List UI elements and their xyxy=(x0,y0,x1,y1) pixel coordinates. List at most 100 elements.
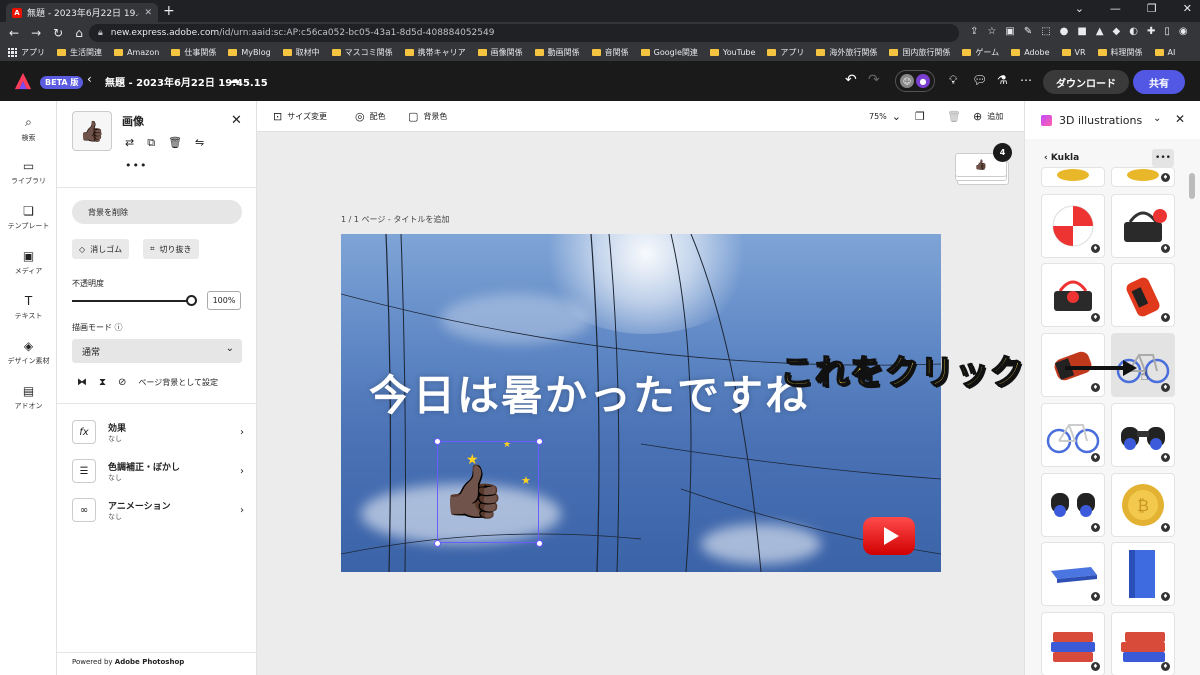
share-button[interactable]: 共有 xyxy=(1133,70,1185,94)
lightbulb-icon[interactable]: 💡︎ xyxy=(949,73,957,88)
puzzle-icon[interactable]: ✚ xyxy=(1147,26,1155,37)
blend-mode-select[interactable]: 通常 ⌄ xyxy=(72,339,242,363)
duplicate-icon[interactable]: ⧉ xyxy=(147,136,155,150)
remove-background-button[interactable]: 背景を削除 xyxy=(72,200,242,224)
bookmark-folder[interactable]: Amazon xyxy=(114,48,159,57)
zoom-select[interactable]: 75% ⌄ xyxy=(869,110,901,123)
bookmark-apps[interactable]: アプリ xyxy=(8,47,45,58)
bookmark-folder[interactable]: ゲーム xyxy=(962,47,999,58)
flask-icon[interactable]: ⚗ xyxy=(997,73,1008,87)
restore-icon[interactable]: ❐ xyxy=(1147,2,1157,15)
extension-icon[interactable]: ■ xyxy=(1077,26,1086,37)
resize-button[interactable]: ⊡ サイズ変更 xyxy=(273,110,327,123)
chevron-down-icon[interactable]: ⌄ xyxy=(1153,113,1161,124)
bookmark-folder[interactable]: MyBlog xyxy=(228,48,271,57)
extension-icon[interactable]: ✎ xyxy=(1024,26,1032,37)
resize-handle[interactable] xyxy=(434,540,441,547)
trash-icon[interactable]: 🗑︎ xyxy=(947,110,961,123)
extension-icon[interactable]: ● xyxy=(1060,26,1069,37)
illustration-tile[interactable]: ♦ xyxy=(1111,263,1175,327)
bookmark-folder[interactable]: Adobe xyxy=(1011,48,1050,57)
kebab-menu-icon[interactable]: ⋮ xyxy=(1197,26,1200,37)
trash-icon[interactable]: 🗑︎ xyxy=(168,136,182,150)
info-icon[interactable]: ⓘ xyxy=(115,323,123,332)
extension-icon[interactable]: ▲ xyxy=(1096,26,1104,37)
resize-handle[interactable] xyxy=(536,540,543,547)
reload-icon[interactable]: ↻ xyxy=(53,26,63,40)
effects-row[interactable]: fx 効果 なし › xyxy=(72,419,244,445)
illustration-tile[interactable]: ₿ ♦ xyxy=(1111,473,1175,537)
document-title[interactable]: 無題 - 2023年6月22日 19.45.15 xyxy=(105,74,268,89)
illustration-tile[interactable]: ♦ xyxy=(1041,403,1105,467)
pages-icon[interactable]: ❐ xyxy=(915,110,925,123)
illustration-tile[interactable]: ♦ xyxy=(1041,612,1105,675)
extension-icon[interactable]: ◆ xyxy=(1113,26,1121,37)
share-icon[interactable]: ⇪ xyxy=(970,26,978,37)
bookmark-folder[interactable]: 生活関連 xyxy=(57,47,102,58)
close-window-icon[interactable]: ✕ xyxy=(1183,2,1192,15)
flip-vertical-icon[interactable]: ⧗ xyxy=(99,377,106,388)
more-options-button[interactable]: ••• xyxy=(1152,149,1174,167)
back-arrow-icon[interactable]: ← xyxy=(9,26,19,40)
redo-icon[interactable]: ↷ xyxy=(868,72,880,88)
forward-arrow-icon[interactable]: → xyxy=(31,26,41,40)
pages-stack[interactable]: 👍🏿 4 xyxy=(955,143,1012,185)
back-to-collection[interactable]: ‹ Kukla xyxy=(1044,153,1079,163)
collaborators[interactable]: ☺ ● xyxy=(895,70,935,92)
illustration-tile[interactable]: ♦ xyxy=(1111,542,1175,606)
rail-item-addons[interactable]: ▤ アドオン xyxy=(0,384,57,411)
extension-icon[interactable]: ⬚ xyxy=(1041,26,1050,37)
rail-item-text[interactable]: T テキスト xyxy=(0,294,57,321)
star-icon[interactable]: ☆ xyxy=(987,26,996,37)
crop-button[interactable]: ⌗ 切り抜き xyxy=(143,239,199,259)
bookmark-folder[interactable]: 取材中 xyxy=(282,47,320,58)
bookmark-folder[interactable]: マスコミ関係 xyxy=(331,47,393,58)
background-color-button[interactable]: ▢ 背景色 xyxy=(408,110,447,123)
illustration-tile[interactable]: ♦ xyxy=(1041,333,1105,397)
bookmark-folder[interactable]: 仕事関係 xyxy=(171,47,216,58)
set-background-icon[interactable]: ⊘ xyxy=(118,377,126,388)
rail-item-library[interactable]: ▭ ライブラリ xyxy=(0,159,57,186)
illustration-tile[interactable] xyxy=(1041,167,1105,187)
more-icon[interactable]: ⋯ xyxy=(1020,73,1032,87)
bookmark-folder[interactable]: 画像関係 xyxy=(477,47,523,58)
tab-close-icon[interactable]: ✕ xyxy=(144,8,152,18)
close-icon[interactable]: ✕ xyxy=(1175,112,1185,126)
more-options-icon[interactable]: ••• xyxy=(125,159,147,172)
flip-icon[interactable]: ⇋ xyxy=(195,136,204,150)
bookmark-folder[interactable]: AI xyxy=(1154,48,1175,57)
close-icon[interactable]: ✕ xyxy=(231,113,242,128)
home-icon[interactable]: ⌂ xyxy=(75,26,83,40)
illustration-tile-bicycle-hovered[interactable]: ♦ xyxy=(1111,333,1175,397)
comment-icon[interactable]: 💬︎ xyxy=(972,73,987,87)
url-input[interactable]: 🔒︎ new.express.adobe.com/id/urn:aaid:sc:… xyxy=(89,24,959,42)
resize-handle[interactable] xyxy=(434,438,441,445)
opacity-slider-track[interactable] xyxy=(72,300,192,302)
bookmark-folder[interactable]: 動画関係 xyxy=(534,47,580,58)
rail-item-design-assets[interactable]: ◈ デザイン素材 xyxy=(0,339,57,366)
extension-icon[interactable]: ▣ xyxy=(1005,26,1014,37)
scrollbar[interactable] xyxy=(1189,173,1195,199)
animation-row[interactable]: ∞ アニメーション なし › xyxy=(72,497,244,523)
page-label[interactable]: 1 / 1 ページ - タイトルを追加 xyxy=(341,214,449,225)
youtube-logo-icon[interactable] xyxy=(863,517,915,555)
back-chevron-icon[interactable]: ‹ xyxy=(87,72,92,86)
profile-avatar[interactable]: ◉ xyxy=(1179,26,1188,37)
illustration-tile[interactable]: ♦ xyxy=(1111,167,1175,187)
browser-tab[interactable]: A 無題 - 2023年6月22日 19.45.15 ✕ xyxy=(6,3,158,22)
artboard[interactable]: 今日は暑かったですね 👍🏿 ★ ★ ★ xyxy=(341,234,941,572)
headline-text[interactable]: 今日は暑かったですね xyxy=(369,362,809,423)
new-tab-button[interactable]: + xyxy=(163,3,175,19)
bookmark-folder[interactable]: 携帯キャリア xyxy=(404,47,466,58)
bookmark-folder[interactable]: YouTube xyxy=(709,48,755,57)
illustration-tile[interactable]: ♦ xyxy=(1111,612,1175,675)
bookmark-folder[interactable]: 料理関係 xyxy=(1097,47,1143,58)
rail-item-templates[interactable]: ❏ テンプレート xyxy=(0,204,57,231)
resize-handle[interactable] xyxy=(536,438,543,445)
bookmark-folder[interactable]: 国内旅行関係 xyxy=(889,47,950,58)
bookmark-folder[interactable]: アプリ xyxy=(767,47,804,58)
illustration-tile[interactable]: ♦ xyxy=(1041,263,1105,327)
opacity-input[interactable]: 100% xyxy=(207,291,241,310)
adobe-express-logo-icon[interactable] xyxy=(14,72,32,90)
add-button[interactable]: ⊕ 追加 xyxy=(973,110,1003,123)
